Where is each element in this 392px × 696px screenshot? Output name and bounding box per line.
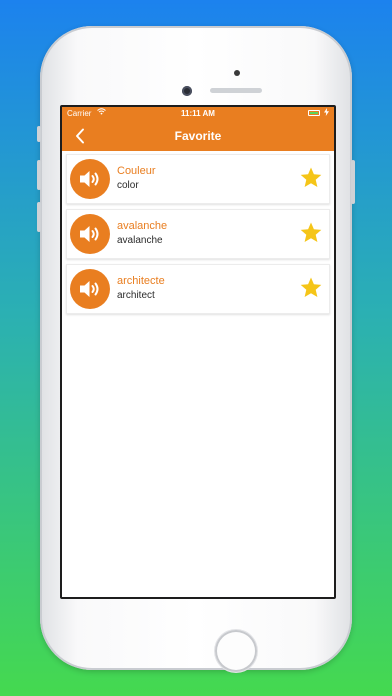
home-button[interactable] (215, 630, 257, 672)
word-text: architecte (117, 275, 165, 287)
list-item: Couleur color (66, 154, 330, 204)
battery-icon (308, 110, 320, 116)
volume-up-button (37, 160, 41, 190)
earpiece-speaker (210, 88, 262, 93)
charging-icon (324, 108, 329, 118)
page-title: Favorite (174, 129, 222, 143)
translation-text: avalanche (117, 235, 163, 246)
favorite-star-button[interactable] (299, 166, 323, 190)
status-time: 11:11 AM (181, 109, 215, 118)
speaker-icon (80, 281, 99, 297)
play-audio-button[interactable] (70, 214, 110, 254)
star-icon (300, 167, 322, 187)
star-icon (300, 277, 322, 297)
play-audio-button[interactable] (70, 159, 110, 199)
proximity-sensor (234, 70, 240, 76)
star-icon (300, 222, 322, 242)
mute-switch (37, 126, 41, 142)
word-text: Couleur (117, 165, 156, 177)
translation-text: architect (117, 290, 155, 301)
play-audio-button[interactable] (70, 269, 110, 309)
app-screen: Carrier 11:11 AM Favorite Couleur color … (60, 105, 336, 599)
navigation-bar: Favorite (62, 121, 334, 151)
speaker-icon (80, 226, 99, 242)
translation-text: color (117, 180, 139, 191)
word-text: avalanche (117, 220, 168, 232)
status-bar: Carrier 11:11 AM (62, 107, 334, 121)
volume-down-button (37, 202, 41, 232)
speaker-icon (80, 171, 99, 187)
list-item: avalanche avalanche (66, 209, 330, 259)
power-button (351, 160, 355, 204)
front-camera (182, 86, 192, 96)
favorites-list: Couleur color avalanche avalanche archit… (62, 151, 334, 314)
list-item: architecte architect (66, 264, 330, 314)
favorite-star-button[interactable] (299, 276, 323, 300)
favorite-star-button[interactable] (299, 221, 323, 245)
